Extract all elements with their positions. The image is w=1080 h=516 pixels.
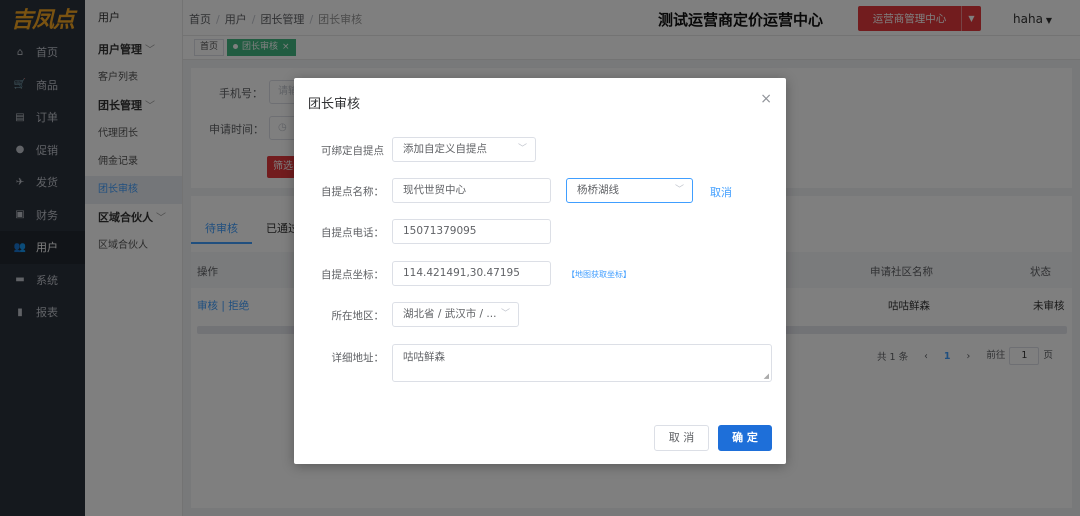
region-cascader[interactable]: 湖北省 / 武汉市 / ... ﹀ <box>392 302 519 327</box>
resize-grip-icon[interactable]: ◢ <box>764 372 769 380</box>
pickup-phone-label: 自提点电话： <box>321 227 384 239</box>
route-select[interactable]: 杨桥湖线 ﹀ <box>566 178 693 203</box>
confirm-button[interactable]: 确 定 <box>718 425 772 451</box>
pickup-phone-input[interactable]: 15071379095 <box>392 219 551 244</box>
cancel-link[interactable]: 取消 <box>710 184 732 200</box>
map-coords-link[interactable]: 【地图获取坐标】 <box>567 269 631 280</box>
chevron-down-icon: ﹀ <box>500 309 510 319</box>
pickup-name-input[interactable]: 现代世贸中心 <box>392 178 551 203</box>
pickup-coords-label: 自提点坐标： <box>321 269 384 281</box>
pickup-name-label: 自提点名称： <box>321 186 384 198</box>
dialog-title: 团长审核 <box>308 97 361 112</box>
cancel-button[interactable]: 取 消 <box>654 425 709 451</box>
chevron-down-icon: ﹀ <box>674 185 684 195</box>
leader-audit-dialog: 团长审核 × 可绑定自提点 添加自定义自提点 ﹀ 自提点名称： 现代世贸中心 杨桥… <box>294 78 786 464</box>
address-label: 详细地址： <box>331 352 385 364</box>
close-icon[interactable]: × <box>760 91 772 107</box>
address-textarea[interactable]: 咕咕鲜森 ◢ <box>392 344 772 382</box>
bindable-pickup-label: 可绑定自提点 <box>321 145 384 157</box>
region-label: 所在地区： <box>331 310 385 322</box>
chevron-down-icon: ﹀ <box>517 144 527 154</box>
pickup-coords-input[interactable]: 114.421491,30.47195 <box>392 261 551 286</box>
bindable-pickup-select[interactable]: 添加自定义自提点 ﹀ <box>392 137 536 162</box>
